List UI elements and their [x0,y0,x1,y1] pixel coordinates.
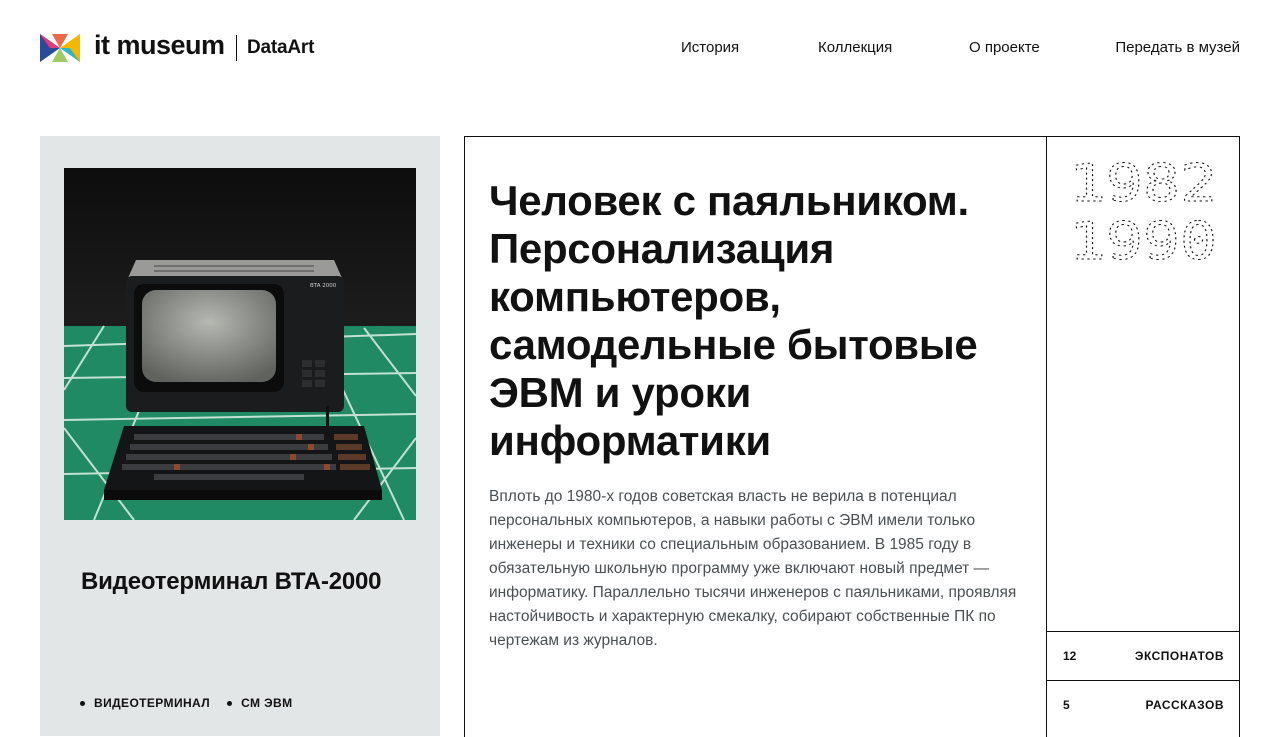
years-display: 19821990 [1069,161,1218,265]
exhibit-title[interactable]: Видеотерминал ВТА-2000 [81,568,382,596]
stat-stories-count: 5 [1063,697,1070,712]
tag-videoterminal[interactable]: ВИДЕОТЕРМИНАЛ [80,696,210,710]
tag-sm-evm[interactable]: СМ ЭВМ [227,696,292,710]
stat-exhibits-count: 12 [1063,648,1077,663]
year-label-start: 1982 [1069,161,1217,214]
year-label-end: 1990 [1069,212,1217,265]
bullet-icon [80,700,85,706]
tag-label: ВИДЕОТЕРМИНАЛ [94,696,211,710]
nav-link-history[interactable]: История [681,39,739,56]
main-nav: История Коллекция О проекте Передать в м… [0,39,1280,59]
article-panel[interactable]: Человек с паяльником. Персонализация ком… [464,136,1240,737]
exhibit-tags: ВИДЕОТЕРМИНАЛ СМ ЭВМ [80,696,310,710]
nav-link-collection[interactable]: Коллекция [818,39,892,56]
site-header: it museum DataArt История Коллекция О пр… [0,0,1280,96]
article-headline[interactable]: Человек с паяльником. Персонализация ком… [489,177,1029,465]
stat-stories[interactable]: 5 РАССКАЗОВ [1047,680,1240,728]
terminal-label: BTA 2000 [310,283,337,289]
stat-exhibits[interactable]: 12 ЭКСПОНАТОВ [1047,631,1240,679]
tag-label: СМ ЭВМ [241,696,293,710]
stat-stories-label: РАССКАЗОВ [1145,697,1224,712]
nav-link-about[interactable]: О проекте [969,39,1040,56]
stat-exhibits-label: ЭКСПОНАТОВ [1134,648,1224,663]
article-content: Человек с паяльником. Персонализация ком… [489,177,1029,653]
exhibit-card[interactable]: BTA 2000 Видеотерминал ВТА-2000 ВИДЕОТЕР… [40,136,440,736]
bullet-icon [227,700,233,706]
article-lead: Вплоть до 1980-х годов советская власть … [489,488,1017,649]
article-sidebar: 1982 1990 12 ЭКСПОНАТОВ 5 РАССКАЗОВ [1046,137,1240,737]
nav-link-donate[interactable]: Передать в музей [1115,39,1240,56]
exhibit-photo[interactable]: BTA 2000 [64,168,416,520]
